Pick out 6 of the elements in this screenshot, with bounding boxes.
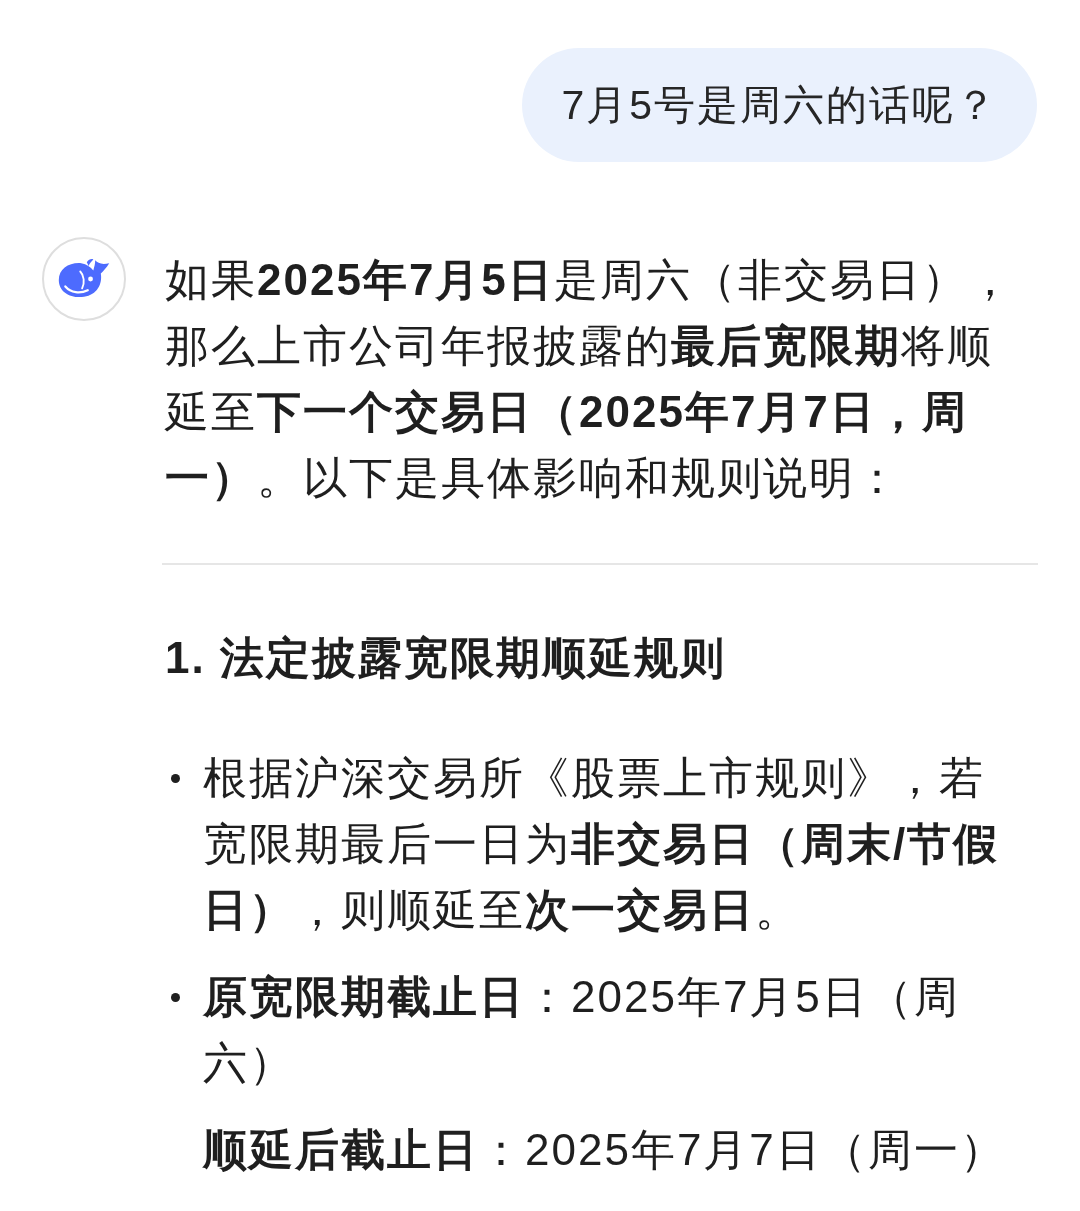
- answer-paragraph: 如果2025年7月5日是周六（非交易日），那么上市公司年报披露的最后宽限期将顺延至下一个交易日（2025年7月7日，周一）。以下是具体影响和规则说明：: [165, 254, 1015, 504]
- user-message-text: 7月5号是周六的话呢？: [561, 81, 998, 130]
- section-heading: 1. 法定披露宽限期顺延规则: [165, 632, 727, 684]
- bullet-text: 顺延后截止日：2025年7月7日（周一）: [203, 1124, 1007, 1176]
- bullet-text: 根据沪深交易所《股票上市规则》，若宽限期最后一日为非交易日（周末/节假日），则顺延至次一交易日。: [203, 752, 1001, 936]
- bullet-text: 原宽限期截止日：2025年7月5日（周六）: [203, 971, 961, 1089]
